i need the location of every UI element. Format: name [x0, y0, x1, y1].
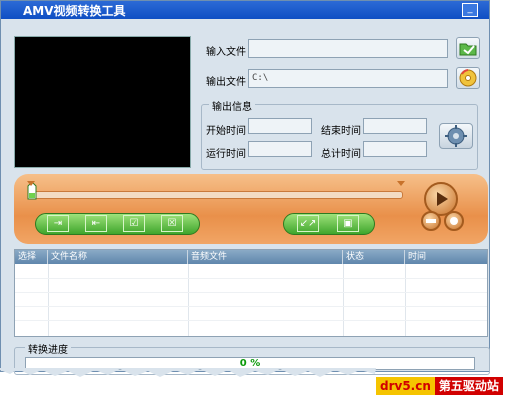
- input-browse-button[interactable]: [456, 37, 480, 59]
- start-marker-icon: [27, 181, 35, 186]
- clear-selection-button[interactable]: ☒: [161, 215, 183, 232]
- output-file-field[interactable]: C:\: [248, 69, 448, 88]
- row-divider: [15, 278, 487, 279]
- output-info-group: [201, 104, 478, 170]
- col-select-header[interactable]: 选择: [15, 250, 48, 264]
- row-divider: [15, 292, 487, 293]
- volume-icon: [450, 217, 458, 225]
- volume-button[interactable]: [444, 211, 464, 231]
- title-bar: AMV视频转换工具 _: [1, 1, 489, 19]
- play-icon: [437, 192, 448, 206]
- convert-settings-button[interactable]: [439, 123, 473, 149]
- column-divider: [343, 264, 344, 336]
- column-divider: [48, 264, 49, 336]
- watermark: drv5.cn 第五驱动站: [376, 377, 503, 396]
- output-browse-button[interactable]: [456, 67, 480, 89]
- total-time-field: [363, 141, 427, 157]
- row-divider: [15, 306, 487, 307]
- col-status-header[interactable]: 状态: [343, 250, 405, 264]
- disc-icon: [459, 69, 477, 87]
- video-preview: [14, 36, 191, 168]
- row-divider: [15, 320, 487, 321]
- total-time-label: 总计时间: [321, 149, 361, 160]
- pause-icon: [426, 219, 436, 223]
- input-file-field[interactable]: [248, 39, 448, 58]
- run-time-field: [248, 141, 312, 157]
- column-divider: [405, 264, 406, 336]
- convert-button[interactable]: ↙↗: [297, 215, 319, 232]
- end-time-label: 结束时间: [321, 126, 361, 137]
- file-table: 选择 文件名称 音频文件 状态 时间: [14, 249, 488, 337]
- col-time-header[interactable]: 时间: [405, 250, 487, 264]
- watermark-name: 第五驱动站: [434, 377, 503, 395]
- watermark-site: drv5.cn: [376, 377, 435, 395]
- start-time-field: [248, 118, 312, 134]
- stop-button[interactable]: ▣: [337, 215, 359, 232]
- col-audio-header[interactable]: 音频文件: [188, 250, 343, 264]
- input-file-label: 输入文件: [206, 47, 246, 58]
- main-window: AMV视频转换工具 _ 输入文件 输出文件 C:\ 输出信息 开始时间 结束时间…: [0, 0, 490, 375]
- set-end-button[interactable]: ⇤: [85, 215, 107, 232]
- column-divider: [188, 264, 189, 336]
- run-time-label: 运行时间: [206, 149, 246, 160]
- progress-title: 转换进度: [25, 341, 71, 356]
- minimize-button[interactable]: _: [462, 3, 478, 17]
- output-file-label: 输出文件: [206, 77, 246, 88]
- folder-icon: [459, 43, 477, 56]
- output-info-title: 输出信息: [209, 98, 255, 113]
- select-all-button[interactable]: ☑: [123, 215, 145, 232]
- start-time-label: 开始时间: [206, 126, 246, 137]
- pause-button[interactable]: [421, 211, 441, 231]
- seek-track[interactable]: [31, 191, 403, 199]
- gear-icon: [445, 125, 467, 147]
- set-start-button[interactable]: ⇥: [47, 215, 69, 232]
- window-title: AMV视频转换工具: [23, 4, 126, 18]
- end-marker-icon: [397, 181, 405, 186]
- col-filename-header[interactable]: 文件名称: [48, 250, 188, 264]
- end-time-field: [363, 118, 427, 134]
